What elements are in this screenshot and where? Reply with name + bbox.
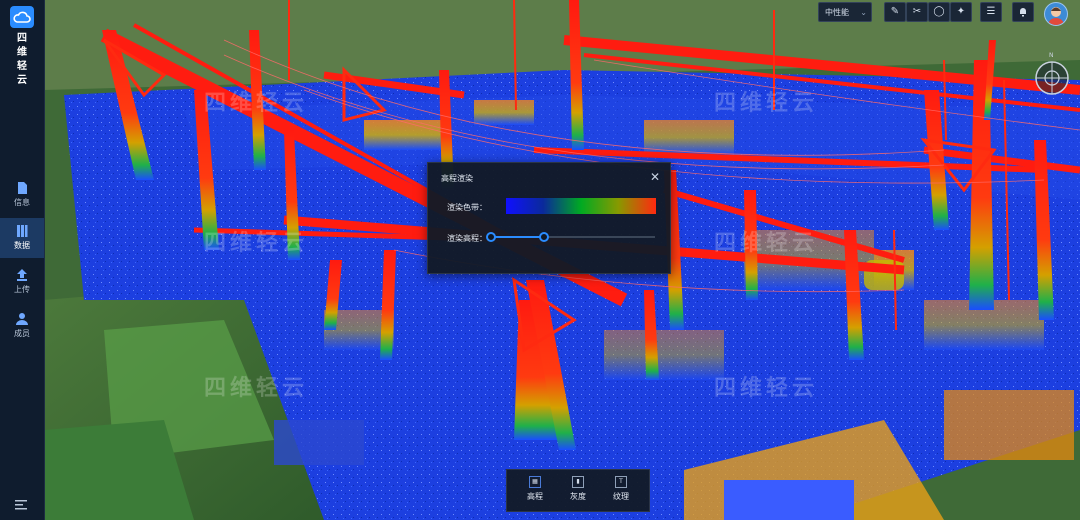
render-mode-label: 灰度 bbox=[570, 492, 586, 501]
sidebar-item-data[interactable]: 数据 bbox=[0, 218, 44, 258]
layers-icon: ☰ bbox=[986, 6, 996, 17]
watermark: 四维轻云 bbox=[714, 231, 819, 256]
watermark: 四维轻云 bbox=[204, 91, 309, 116]
avatar-icon bbox=[1048, 7, 1064, 25]
sidebar-item-label: 成员 bbox=[14, 329, 30, 338]
elevation-icon: ▦ bbox=[529, 476, 541, 488]
chevron-down-icon: ⌄ bbox=[860, 8, 867, 17]
cloud-logo-icon bbox=[10, 6, 34, 28]
grayscale-icon: ▮ bbox=[572, 476, 584, 488]
menu-icon[interactable] bbox=[15, 500, 27, 510]
watermark: 四维轻云 bbox=[714, 376, 819, 401]
globe-button[interactable]: ◯ bbox=[928, 2, 950, 22]
performance-select-value: 中性能 bbox=[825, 8, 849, 17]
sidebar-item-info[interactable]: 信息 bbox=[0, 175, 44, 215]
render-mode-label: 纹理 bbox=[613, 492, 629, 501]
satellite-icon: ✦ bbox=[956, 6, 966, 17]
brand-char: 轻 bbox=[17, 61, 27, 72]
brand-char: 云 bbox=[17, 75, 27, 86]
globe-icon: ◯ bbox=[933, 6, 945, 17]
sidebar-item-members[interactable]: 成员 bbox=[0, 306, 44, 346]
close-icon[interactable]: ✕ bbox=[650, 170, 660, 184]
watermark: 四维轻云 bbox=[204, 231, 309, 256]
render-mode-label: 高程 bbox=[527, 492, 543, 501]
layers-button[interactable]: ☰ bbox=[980, 2, 1002, 22]
left-sidebar: 四 维 轻 云 信息 数据 上传 成员 bbox=[0, 0, 45, 520]
texture-icon: T bbox=[615, 476, 627, 488]
watermark: 四维轻云 bbox=[714, 91, 819, 116]
color-band-picker[interactable] bbox=[506, 198, 656, 214]
brand-char: 维 bbox=[17, 47, 27, 58]
height-range-thumb-min[interactable] bbox=[486, 232, 496, 242]
render-mode-bar: ▦ 高程 ▮ 灰度 T 纹理 bbox=[506, 469, 650, 512]
dialog-title: 高程渲染 bbox=[441, 174, 473, 183]
file-icon bbox=[18, 182, 27, 194]
avatar[interactable] bbox=[1044, 2, 1068, 26]
clip-icon: ✂ bbox=[912, 6, 922, 17]
brand-char: 四 bbox=[17, 33, 27, 44]
satellite-button[interactable]: ✦ bbox=[950, 2, 972, 22]
notifications-button[interactable] bbox=[1012, 2, 1034, 22]
users-icon bbox=[16, 313, 28, 325]
sidebar-item-label: 上传 bbox=[14, 285, 30, 294]
render-mode-texture-button[interactable]: T 纹理 bbox=[605, 476, 637, 502]
watermark: 四维轻云 bbox=[204, 376, 309, 401]
brand-name: 四 维 轻 云 bbox=[0, 32, 44, 88]
height-range-thumb-max[interactable] bbox=[538, 232, 549, 242]
upload-icon bbox=[17, 269, 27, 281]
render-mode-elevation-button[interactable]: ▦ 高程 bbox=[519, 476, 551, 502]
measure-button[interactable]: ✎ bbox=[884, 2, 906, 22]
sidebar-item-label: 信息 bbox=[14, 198, 30, 207]
color-band-label: 渲染色带： bbox=[447, 203, 487, 212]
sidebar-item-label: 数据 bbox=[14, 241, 30, 250]
clip-button[interactable]: ✂ bbox=[906, 2, 928, 22]
height-range-fill bbox=[490, 236, 543, 238]
height-range-label: 渲染高程： bbox=[447, 234, 487, 243]
sidebar-item-upload[interactable]: 上传 bbox=[0, 262, 44, 302]
render-mode-grayscale-button[interactable]: ▮ 灰度 bbox=[562, 476, 594, 502]
elevation-render-dialog: 高程渲染 ✕ 渲染色带： 渲染高程： bbox=[427, 162, 671, 274]
svg-text:N: N bbox=[1049, 52, 1054, 59]
performance-select[interactable]: 中性能 ⌄ bbox=[818, 2, 872, 22]
measure-icon: ✎ bbox=[890, 6, 900, 17]
bell-icon bbox=[1020, 8, 1026, 17]
database-icon bbox=[17, 225, 28, 237]
